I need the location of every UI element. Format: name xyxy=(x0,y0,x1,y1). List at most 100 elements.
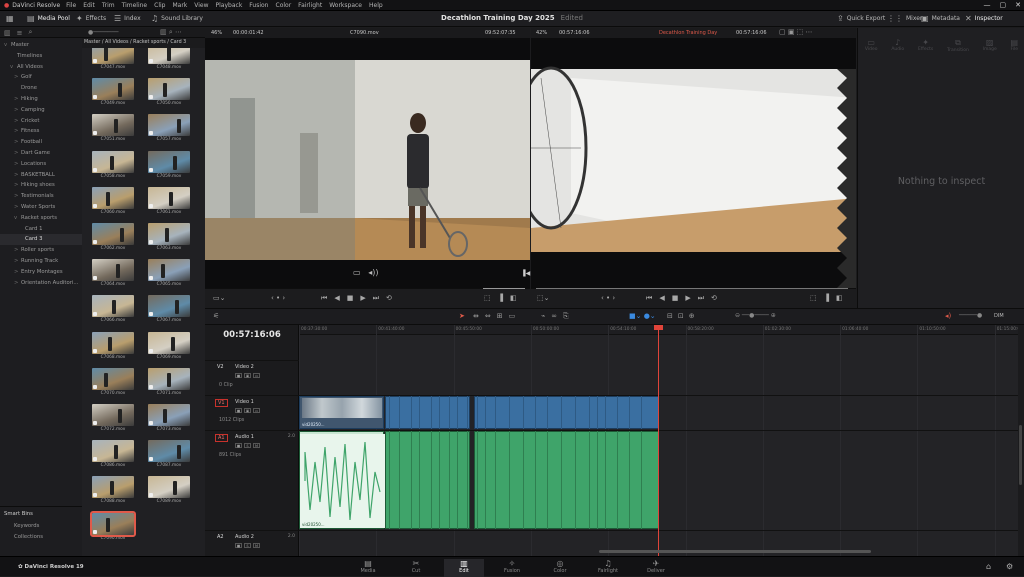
menu-playback[interactable]: Playback xyxy=(216,2,243,9)
flag-icon[interactable]: ■⌄ ●⌄ xyxy=(629,312,656,320)
tab-video[interactable]: ▭ Video xyxy=(865,38,878,60)
media-clip[interactable]: C7072.mov xyxy=(92,404,134,432)
bin-item[interactable]: > Hiking xyxy=(14,94,38,105)
media-clip[interactable]: C7088.mov xyxy=(92,476,134,504)
viewer-audio-icons[interactable]: ▭ ◂)) xyxy=(353,268,378,277)
media-clip[interactable]: C7051.mov xyxy=(92,114,134,142)
transport-controls[interactable]: ⏮ ◀ ■ ▶ ⏭ ⟲ xyxy=(321,294,392,303)
bin-item[interactable]: Drone xyxy=(14,83,37,94)
media-clip[interactable]: C7047.mov xyxy=(92,48,134,70)
dim-button[interactable]: DIM xyxy=(994,313,1004,319)
menu-workspace[interactable]: Workspace xyxy=(329,2,362,9)
quick-export-button[interactable]: ⇪ Quick Export xyxy=(837,14,885,23)
bin-item[interactable]: > Roller sports xyxy=(14,245,54,256)
zoom-slider[interactable]: ●─────── xyxy=(88,29,119,36)
media-clip[interactable]: C7069.mov xyxy=(148,331,190,360)
menu-fairlight[interactable]: Fairlight xyxy=(298,2,322,9)
source-clip-name[interactable]: C7090.mov xyxy=(350,30,379,36)
bin-item[interactable]: > Orientation Auditori... xyxy=(14,278,78,289)
media-clip[interactable]: C7057.mov xyxy=(148,114,190,142)
zoom-tools-icons[interactable]: ⊟⊡⊕ xyxy=(667,312,700,320)
media-clip[interactable]: C7064.mov xyxy=(92,259,134,287)
selection-tool-icon[interactable]: ➤ xyxy=(459,312,465,320)
tab-file[interactable]: ▤ File xyxy=(1011,38,1019,60)
media-clip[interactable]: C7090.mov xyxy=(90,510,136,541)
page-cut[interactable]: ✂ Cut xyxy=(396,559,436,574)
media-clip[interactable]: C7059.mov xyxy=(148,150,190,179)
media-clip[interactable]: C7060.mov xyxy=(92,186,134,215)
metadata-button[interactable]: ▣ Metadata xyxy=(921,14,960,23)
mixer-button[interactable]: ⋮⋮ Mixer xyxy=(887,14,922,23)
timeline-vertical-scrollbar[interactable] xyxy=(1018,325,1024,556)
menu-color[interactable]: Color xyxy=(276,2,292,9)
menu-fusion[interactable]: Fusion xyxy=(249,2,268,9)
media-clip[interactable]: C7067.mov xyxy=(148,295,190,323)
page-edit[interactable]: ▥ Edit xyxy=(444,559,484,577)
menu-help[interactable]: Help xyxy=(369,2,383,9)
mark-controls[interactable]: ⬚ ▐ ◧ xyxy=(810,294,843,302)
track-header-v1[interactable]: V1 Video 1 ■ ▣ ▭ 1012 Clips xyxy=(205,395,299,430)
timeline-zoom[interactable]: 42% xyxy=(536,30,547,36)
jog-control[interactable]: ‹ • › xyxy=(271,294,285,302)
list-view-icon[interactable]: ≡ xyxy=(17,29,23,37)
tab-transition[interactable]: ⧉ Transition xyxy=(947,38,969,60)
bin-item[interactable]: > Dart Game xyxy=(14,148,50,159)
bin-item[interactable]: Timelines xyxy=(10,51,42,62)
search-icon[interactable]: ⌕ xyxy=(29,28,33,37)
snapping-tools-icons[interactable]: ⌁∞⎘ xyxy=(541,312,575,321)
tab-audio[interactable]: ♪ Audio xyxy=(891,38,904,60)
home-icon[interactable]: ⌂ xyxy=(986,562,991,571)
timeline-name[interactable]: Decathlon Training Day xyxy=(659,30,717,36)
bin-item[interactable]: > Football xyxy=(14,137,42,148)
track-header-a1[interactable]: A1 Audio 1 2.0 ■ S M 891 Clips xyxy=(205,430,299,530)
bin-item[interactable]: > Cricket xyxy=(14,116,39,127)
media-clip[interactable]: C7048.mov xyxy=(148,48,190,70)
minimize-icon[interactable]: — xyxy=(984,1,991,9)
media-clip[interactable]: C7070.mov xyxy=(92,367,134,396)
menu-file[interactable]: File xyxy=(66,2,76,9)
mark-controls[interactable]: ⬚ ▐ ◧ xyxy=(484,294,517,302)
timeline-view-options-icon[interactable]: ⚟ xyxy=(213,312,219,320)
transport-controls[interactable]: ⏮ ◀ ■ ▶ ⏭ ⟲ xyxy=(646,294,717,303)
tab-image[interactable]: ▨ Image xyxy=(983,38,997,60)
bin-item[interactable]: > Golf xyxy=(14,72,32,83)
clip-view-icon[interactable]: ▭⌄ xyxy=(213,294,225,302)
media-clip[interactable]: C7086.mov xyxy=(92,440,134,468)
track-header-v2[interactable]: V2 Video 2 ■ ▣ ▭ 0 Clip xyxy=(205,360,299,395)
video-clip[interactable] xyxy=(474,396,659,429)
media-clip[interactable]: C7068.mov xyxy=(92,331,134,360)
inspector-button[interactable]: ✕ Inspector xyxy=(965,14,1003,23)
playhead-handle[interactable] xyxy=(654,325,663,330)
media-clip[interactable]: C7062.mov xyxy=(92,223,134,251)
page-media[interactable]: ▤ Media xyxy=(348,559,388,574)
media-clip[interactable]: C7073.mov xyxy=(148,404,190,432)
media-clip[interactable]: C7089.mov xyxy=(148,476,190,504)
menu-trim[interactable]: Trim xyxy=(102,2,115,9)
edit-tools-icons[interactable]: ⇹⇔⊞▭ xyxy=(473,312,521,320)
bin-item[interactable]: > Camping xyxy=(14,105,45,116)
bin-item[interactable]: v Master xyxy=(4,40,29,51)
menu-view[interactable]: View xyxy=(194,2,208,9)
jog-control[interactable]: ‹ • › xyxy=(601,294,615,302)
timeline-horizontal-scrollbar[interactable] xyxy=(599,550,871,553)
timeline-zoom-slider[interactable]: ⊖ ──●──── ⊕ xyxy=(735,312,776,319)
media-clip[interactable]: C7063.mov xyxy=(148,223,190,251)
bin-item[interactable]: > Fitness xyxy=(14,126,39,137)
bin-item[interactable]: > Locations xyxy=(14,159,46,170)
media-clip[interactable]: C7049.mov xyxy=(92,78,134,106)
source-scrub-bar[interactable] xyxy=(483,288,525,289)
bin-item[interactable]: > Water Sports xyxy=(14,202,55,213)
bin-item[interactable]: > BASKETBALL xyxy=(14,170,55,181)
video-clip-thumbs[interactable]: vid20250... xyxy=(299,396,384,429)
media-clip[interactable]: C7066.mov xyxy=(92,295,134,323)
collections-bin[interactable]: Collections xyxy=(14,532,43,543)
page-fairlight[interactable]: ♫ Fairlight xyxy=(588,559,628,574)
bin-item[interactable]: > Hiking shoes xyxy=(14,180,55,191)
menu-clip[interactable]: Clip xyxy=(154,2,165,9)
close-icon[interactable]: ✕ xyxy=(1015,1,1021,9)
keywords-bin[interactable]: Keywords xyxy=(14,521,39,532)
timeline-viewer[interactable] xyxy=(514,38,856,288)
page-color[interactable]: ◎ Color xyxy=(540,559,580,574)
settings-icon[interactable]: ⚙ xyxy=(1006,562,1013,571)
viewer-options-icons[interactable]: ▢ ▣ ⬚ ⋯ xyxy=(779,28,813,36)
